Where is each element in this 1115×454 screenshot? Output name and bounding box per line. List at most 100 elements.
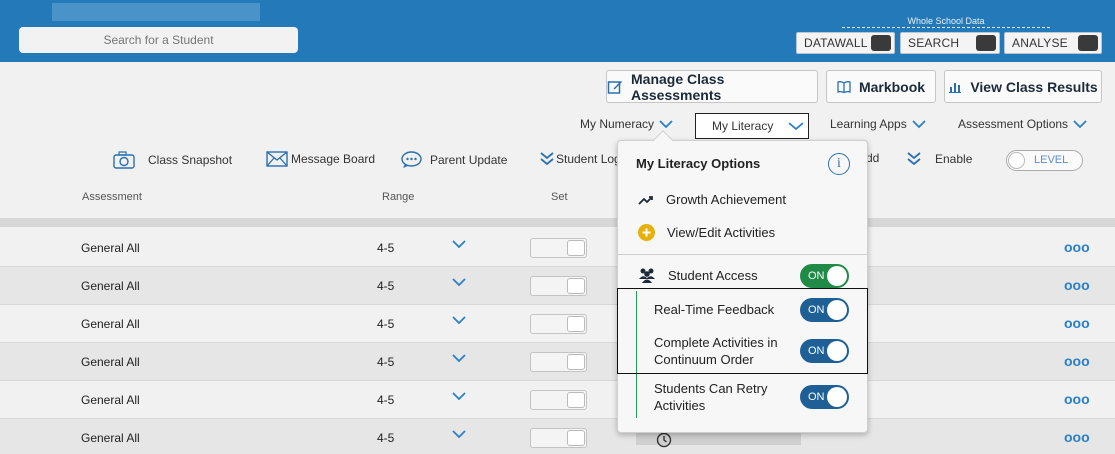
assessment-cell: General All bbox=[81, 279, 140, 293]
view-edit-activities-item[interactable]: View/Edit Activities bbox=[638, 224, 775, 241]
students-can-retry-toggle[interactable]: ON bbox=[800, 385, 849, 409]
student-log-label: Student Log bbox=[556, 152, 621, 166]
top-bar: Whole School Data DATAWALL SEARCH ANALYS… bbox=[0, 0, 1115, 62]
add-button[interactable]: dd bbox=[866, 151, 879, 165]
table-row[interactable]: General All 4-5 ooo bbox=[0, 343, 1115, 381]
whole-school-divider bbox=[842, 27, 1050, 28]
toggle-state-label: ON bbox=[808, 391, 825, 403]
chevron-down-icon bbox=[788, 121, 804, 130]
table-row[interactable]: General All 4-5 ooo bbox=[0, 419, 1115, 454]
parent-update-button[interactable]: Parent Update bbox=[401, 151, 507, 169]
search-switch[interactable] bbox=[976, 35, 996, 51]
more-options-icon[interactable]: ooo bbox=[1064, 429, 1090, 445]
range-cell: 4-5 bbox=[377, 431, 395, 445]
datawall-switch[interactable] bbox=[871, 35, 891, 51]
range-cell: 4-5 bbox=[377, 241, 395, 255]
toggle-knob bbox=[567, 240, 585, 256]
chevron-down-icon[interactable] bbox=[452, 316, 466, 325]
my-literacy-label: My Literacy bbox=[712, 119, 774, 133]
table-row[interactable]: General All 4-5 ooo bbox=[0, 267, 1115, 305]
toggle-knob bbox=[1008, 152, 1025, 169]
set-toggle[interactable] bbox=[530, 428, 587, 448]
students-can-retry-label: Students Can Retry Activities bbox=[654, 380, 767, 414]
chevron-down-icon[interactable] bbox=[452, 430, 466, 439]
enable-button[interactable]: Enable bbox=[907, 151, 972, 167]
level-toggle[interactable]: LEVEL bbox=[1006, 150, 1083, 171]
range-cell: 4-5 bbox=[377, 355, 395, 369]
column-header-assessment[interactable]: Assessment bbox=[82, 191, 142, 203]
manage-class-assessments-button[interactable]: Manage Class Assessments bbox=[606, 70, 818, 103]
analyse-label: ANALYSE bbox=[1012, 36, 1068, 50]
my-numeracy-label: My Numeracy bbox=[580, 117, 655, 131]
toggle-state-label: ON bbox=[808, 270, 825, 282]
chevron-down-icon bbox=[912, 119, 926, 128]
set-toggle[interactable] bbox=[530, 276, 587, 296]
student-log-button[interactable]: Student Log bbox=[540, 151, 621, 167]
chevron-down-icon[interactable] bbox=[452, 392, 466, 401]
popup-title: My Literacy Options bbox=[636, 156, 761, 171]
column-header-range[interactable]: Range bbox=[382, 191, 414, 203]
chevron-down-icon[interactable] bbox=[452, 354, 466, 363]
markbook-button[interactable]: Markbook bbox=[826, 70, 936, 103]
more-options-icon[interactable]: ooo bbox=[1064, 277, 1090, 293]
school-name-blurred bbox=[52, 3, 260, 21]
my-numeracy-dropdown[interactable]: My Numeracy bbox=[580, 117, 673, 131]
search-button[interactable]: SEARCH bbox=[900, 32, 1000, 54]
chevron-down-icon bbox=[659, 119, 673, 128]
student-search-input[interactable] bbox=[19, 27, 298, 53]
parent-update-label: Parent Update bbox=[430, 153, 508, 167]
my-literacy-dropdown[interactable]: My Literacy bbox=[695, 113, 809, 139]
datawall-button[interactable]: DATAWALL bbox=[796, 32, 895, 54]
toggle-knob bbox=[567, 316, 585, 332]
set-toggle[interactable] bbox=[530, 314, 587, 334]
growth-achievement-item[interactable]: Growth Achievement bbox=[638, 192, 786, 207]
highlight-box bbox=[617, 288, 868, 374]
assessment-cell: General All bbox=[81, 431, 140, 445]
range-cell: 4-5 bbox=[377, 279, 395, 293]
table-row[interactable]: General All 4-5 ooo bbox=[0, 305, 1115, 343]
popup-caret bbox=[653, 130, 673, 150]
class-snapshot-button[interactable]: Class Snapshot bbox=[113, 151, 232, 169]
more-options-icon[interactable]: ooo bbox=[1064, 353, 1090, 369]
assessment-options-dropdown[interactable]: Assessment Options bbox=[958, 117, 1087, 131]
message-board-label: Message Board bbox=[291, 152, 376, 166]
markbook-label: Markbook bbox=[858, 78, 926, 95]
add-label: dd bbox=[866, 151, 880, 165]
table-row[interactable]: General All 4-5 ooo bbox=[0, 229, 1115, 267]
info-icon[interactable]: i bbox=[828, 153, 850, 175]
analyse-button[interactable]: ANALYSE bbox=[1004, 32, 1102, 54]
chevron-down-icon[interactable] bbox=[452, 240, 466, 249]
view-edit-activities-label: View/Edit Activities bbox=[667, 225, 776, 240]
toggle-knob bbox=[567, 392, 585, 408]
assessment-cell: General All bbox=[81, 241, 140, 255]
results-label: View Class Results bbox=[970, 78, 1098, 95]
chevron-down-icon bbox=[1073, 119, 1087, 128]
view-class-results-button[interactable]: View Class Results bbox=[944, 70, 1102, 103]
column-header-set[interactable]: Set bbox=[551, 191, 568, 203]
set-toggle[interactable] bbox=[530, 352, 587, 372]
message-board-button[interactable]: Message Board bbox=[266, 151, 375, 167]
student-access-toggle[interactable]: ON bbox=[800, 264, 849, 288]
toggle-knob bbox=[567, 354, 585, 370]
set-toggle[interactable] bbox=[530, 390, 587, 410]
more-options-icon[interactable]: ooo bbox=[1064, 391, 1090, 407]
assessment-cell: General All bbox=[81, 317, 140, 331]
search-label: SEARCH bbox=[908, 36, 960, 50]
datawall-label: DATAWALL bbox=[804, 36, 868, 50]
level-label: LEVEL bbox=[1034, 154, 1069, 166]
analyse-switch[interactable] bbox=[1078, 35, 1098, 51]
table-row[interactable]: General All 4-5 ooo bbox=[0, 381, 1115, 419]
set-toggle[interactable] bbox=[530, 238, 587, 258]
trend-up-icon bbox=[638, 195, 653, 205]
learning-apps-dropdown[interactable]: Learning Apps bbox=[830, 117, 926, 131]
class-snapshot-label: Class Snapshot bbox=[148, 153, 233, 167]
range-cell: 4-5 bbox=[377, 317, 395, 331]
popup-divider bbox=[618, 254, 867, 255]
users-icon bbox=[639, 268, 655, 283]
more-options-icon[interactable]: ooo bbox=[1064, 239, 1090, 255]
learning-apps-label: Learning Apps bbox=[830, 117, 907, 131]
my-literacy-options-popup: My Literacy Options i Growth Achievement… bbox=[617, 130, 868, 433]
chevron-down-icon[interactable] bbox=[452, 278, 466, 287]
bar-chart-icon bbox=[949, 82, 962, 93]
more-options-icon[interactable]: ooo bbox=[1064, 315, 1090, 331]
